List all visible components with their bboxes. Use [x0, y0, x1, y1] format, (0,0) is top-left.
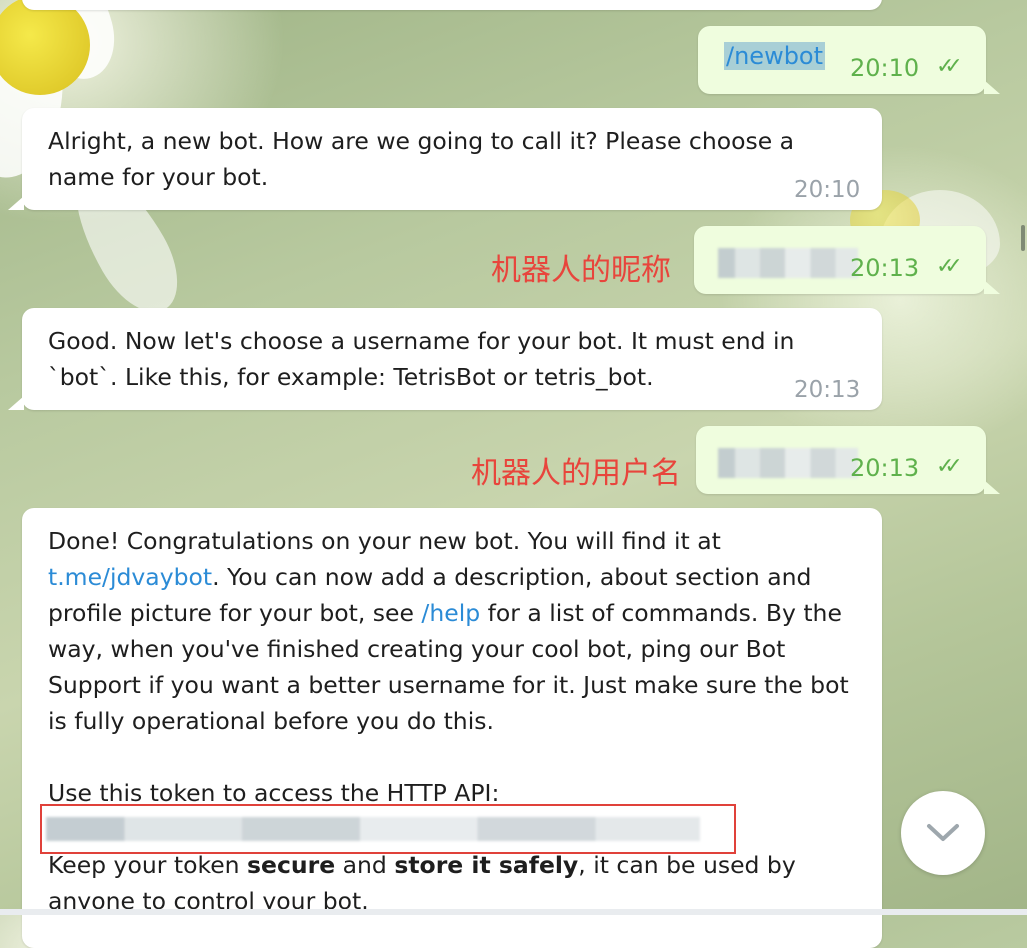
- text-bold: store it safely: [394, 851, 579, 879]
- double-check-icon: ✓✓: [936, 454, 963, 479]
- link-help[interactable]: /help: [421, 599, 480, 627]
- double-check-icon: ✓✓: [936, 54, 963, 79]
- message-time: 20:10: [794, 177, 861, 203]
- message-bubble-partial: [22, 0, 882, 10]
- message-time: 20:13: [850, 254, 920, 282]
- scroll-down-button[interactable]: [901, 791, 985, 875]
- double-check-icon: ✓✓: [936, 254, 963, 279]
- text-segment: Keep your token: [48, 851, 248, 879]
- token-highlight-box: [40, 804, 736, 854]
- message-bubble-nickname[interactable]: 20:13 ✓✓: [694, 226, 986, 294]
- message-time: 20:13: [850, 454, 920, 482]
- message-bubble-reply-name[interactable]: Alright, a new bot. How are we going to …: [22, 108, 882, 210]
- annotation-username: 机器人的用户名: [471, 456, 681, 491]
- bubble-tail: [984, 80, 1000, 94]
- message-time: 20:13: [794, 377, 861, 403]
- message-text: Good. Now let's choose a username for yo…: [48, 327, 795, 391]
- message-text: /newbot: [724, 42, 826, 70]
- message-bubble-username[interactable]: 20:13 ✓✓: [696, 426, 986, 494]
- bubble-tail: [8, 196, 24, 210]
- bubble-tail: [8, 396, 24, 410]
- message-bubble-reply-username[interactable]: Good. Now let's choose a username for yo…: [22, 308, 882, 410]
- annotation-nickname: 机器人的昵称: [491, 253, 671, 288]
- message-text: Done! Congratulations on your new bot. Y…: [48, 523, 858, 739]
- bubble-tail: [984, 280, 1000, 294]
- chevron-down-icon: [927, 824, 959, 841]
- message-bubble-newbot[interactable]: /newbot 20:10 ✓✓: [698, 26, 986, 94]
- scrollbar[interactable]: [1017, 0, 1027, 915]
- blurred-nickname: [718, 248, 858, 278]
- bubble-tail: [984, 480, 1000, 494]
- text-segment: Done! Congratulations on your new bot. Y…: [48, 527, 721, 555]
- message-text: Alright, a new bot. How are we going to …: [48, 127, 795, 191]
- message-time: 20:10: [850, 54, 920, 82]
- blurred-username: [718, 448, 858, 478]
- text-bold: secure: [247, 851, 336, 879]
- composer-edge: [0, 909, 1027, 915]
- text-segment: and: [335, 851, 395, 879]
- scrollbar-thumb[interactable]: [1021, 225, 1025, 251]
- link-tme[interactable]: t.me/jdvaybot: [48, 563, 212, 591]
- message-bubble-done[interactable]: Done! Congratulations on your new bot. Y…: [22, 508, 882, 948]
